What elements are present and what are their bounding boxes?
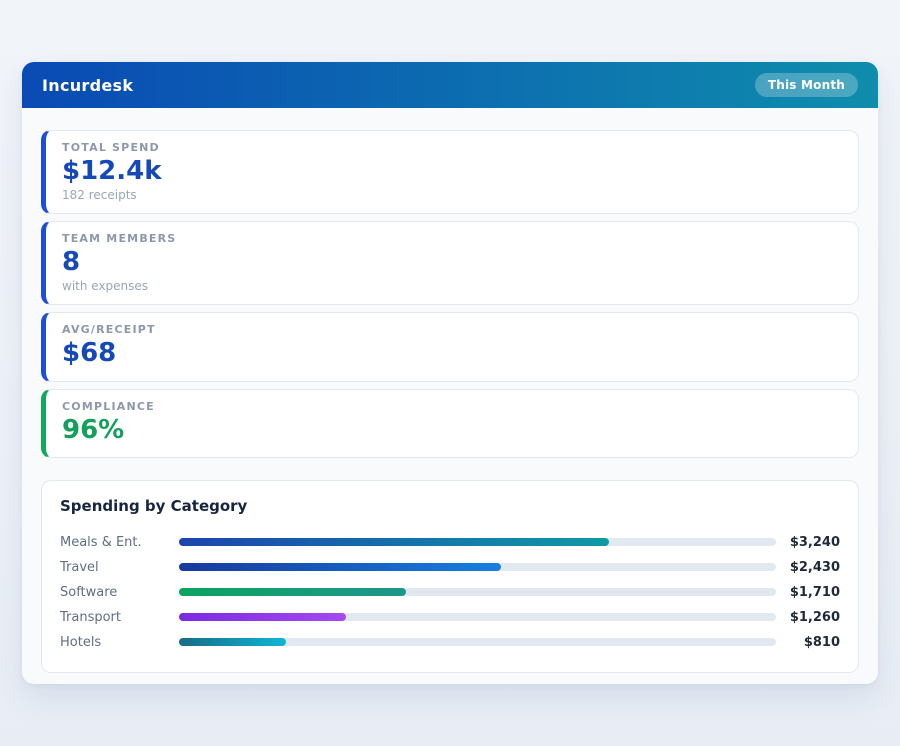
panel-content: TOTAL SPEND $12.4k 182 receipts TEAM MEM… [22, 108, 878, 673]
category-label: Software [60, 585, 179, 600]
category-value: $3,240 [776, 535, 840, 550]
spending-rows: Meals & Ent. $3,240 Travel $2,430 Softwa… [60, 530, 840, 655]
category-value: $2,430 [776, 560, 840, 575]
app-title: Incurdesk [42, 76, 133, 95]
bar-track [179, 563, 776, 571]
bar-fill [179, 563, 501, 571]
incurdesk-panel: Incurdesk This Month TOTAL SPEND $12.4k … [22, 62, 878, 684]
spending-row: Transport $1,260 [60, 605, 840, 630]
bar-fill [179, 638, 286, 646]
category-label: Travel [60, 560, 179, 575]
bar-fill [179, 588, 406, 596]
spending-row: Meals & Ent. $3,240 [60, 530, 840, 555]
bar-track [179, 538, 776, 546]
category-label: Transport [60, 610, 179, 625]
spending-row: Travel $2,430 [60, 555, 840, 580]
stat-label: TOTAL SPEND [62, 141, 842, 154]
bar-track [179, 638, 776, 646]
bar-track [179, 588, 776, 596]
category-label: Hotels [60, 635, 179, 650]
page-background: Incurdesk This Month TOTAL SPEND $12.4k … [0, 0, 900, 746]
bar-track [179, 613, 776, 621]
spending-row: Software $1,710 [60, 580, 840, 605]
app-header: Incurdesk This Month [22, 62, 878, 108]
stat-card-total-spend: TOTAL SPEND $12.4k 182 receipts [41, 130, 859, 214]
spending-row: Hotels $810 [60, 630, 840, 655]
stat-label: AVG/RECEIPT [62, 323, 842, 336]
category-value: $1,710 [776, 585, 840, 600]
stat-value: $68 [62, 338, 842, 369]
bar-fill [179, 613, 346, 621]
category-label: Meals & Ent. [60, 535, 179, 550]
period-badge[interactable]: This Month [755, 73, 858, 97]
stat-card-team-members: TEAM MEMBERS 8 with expenses [41, 221, 859, 305]
stat-card-avg-receipt: AVG/RECEIPT $68 [41, 312, 859, 381]
stat-card-compliance: COMPLIANCE 96% [41, 389, 859, 458]
stat-label: COMPLIANCE [62, 400, 842, 413]
stat-value: $12.4k [62, 156, 842, 187]
spending-by-category-card: Spending by Category Meals & Ent. $3,240… [41, 480, 859, 673]
category-value: $810 [776, 635, 840, 650]
bar-fill [179, 538, 609, 546]
stat-value: 96% [62, 415, 842, 446]
stat-sub: with expenses [62, 279, 842, 293]
stat-label: TEAM MEMBERS [62, 232, 842, 245]
stat-sub: 182 receipts [62, 188, 842, 202]
category-value: $1,260 [776, 610, 840, 625]
stat-value: 8 [62, 247, 842, 278]
spending-title: Spending by Category [60, 497, 840, 515]
